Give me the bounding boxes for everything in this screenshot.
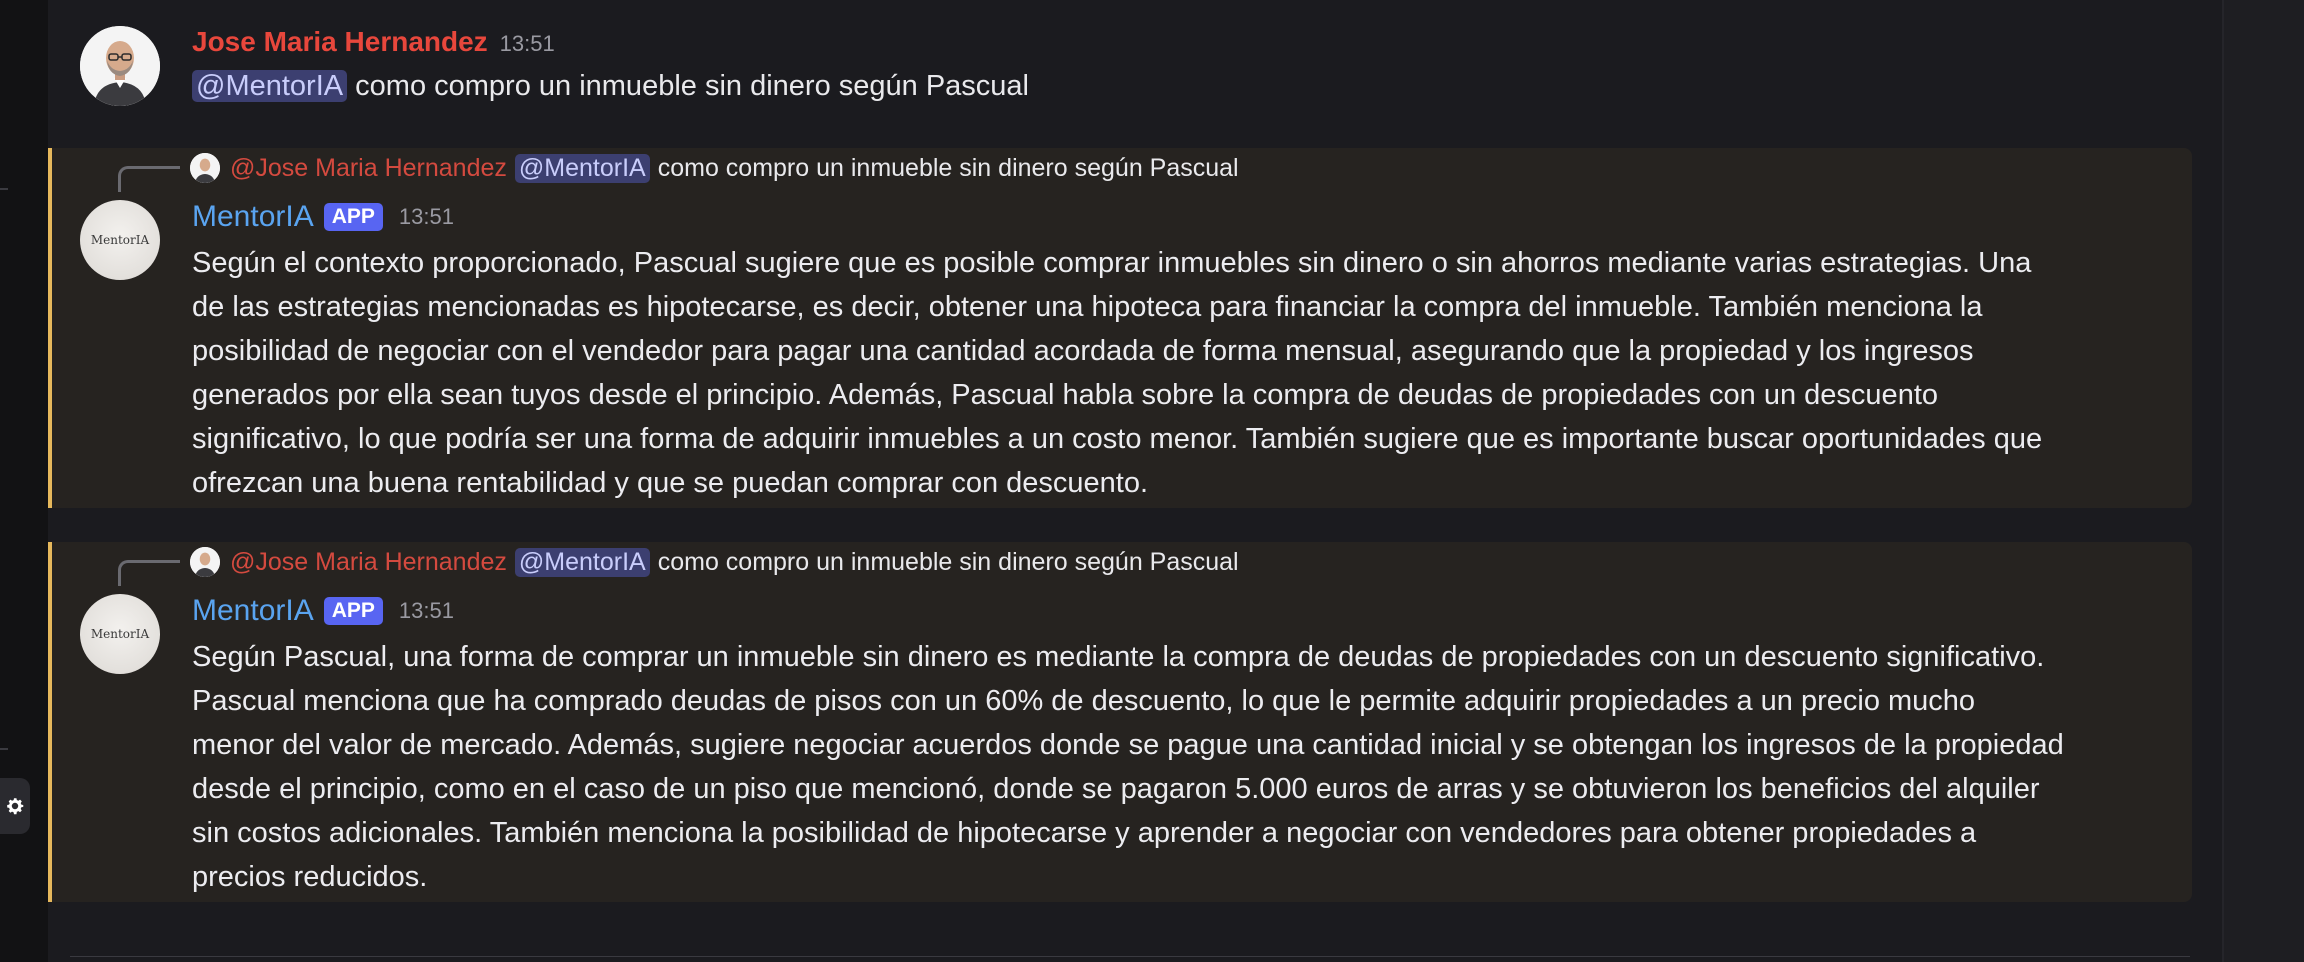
reply-author: @Jose Maria Hernandez bbox=[230, 153, 507, 182]
message-line: Según el contexto proporcionado, Pascual… bbox=[192, 247, 2032, 279]
reply-user-avatar bbox=[190, 547, 220, 577]
user-message-header: Jose Maria Hernandez 13:51 bbox=[192, 26, 555, 58]
bot-avatar-label: MentorIA bbox=[90, 627, 150, 641]
message-line: posibilidad de negociar con el vendedor … bbox=[192, 335, 1974, 367]
bot-message-header: MentorIA APP 13:51 bbox=[192, 594, 454, 628]
user-message-text: @MentorIA como compro un inmueble sin di… bbox=[192, 70, 1029, 103]
reply-reference[interactable]: @Jose Maria Hernandez @MentorIA como com… bbox=[190, 547, 1239, 577]
message-line: desde el principio, como en el caso de u… bbox=[192, 773, 2040, 805]
app-badge: APP bbox=[323, 597, 383, 625]
reply-text: como compro un inmueble sin dinero según… bbox=[657, 153, 1239, 182]
reply-connector bbox=[118, 166, 180, 192]
reply-reference[interactable]: @Jose Maria Hernandez @MentorIA como com… bbox=[190, 153, 1239, 183]
settings-button[interactable] bbox=[0, 778, 30, 834]
message-input-edge bbox=[70, 956, 2190, 957]
reply-text: como compro un inmueble sin dinero según… bbox=[657, 547, 1239, 576]
reply-mention: @MentorIA bbox=[514, 547, 650, 577]
bot-name[interactable]: MentorIA bbox=[192, 200, 314, 234]
message-line: ofrezcan una buena rentabilidad y que se… bbox=[192, 467, 1149, 499]
bot-message-body: Según Pascual, una forma de comprar un i… bbox=[192, 635, 2172, 899]
user-photo bbox=[80, 26, 160, 106]
right-panel bbox=[2224, 0, 2304, 962]
user-name[interactable]: Jose Maria Hernandez bbox=[192, 26, 488, 58]
bot-message-body: Según el contexto proporcionado, Pascual… bbox=[192, 241, 2172, 505]
bot-message-header: MentorIA APP 13:51 bbox=[192, 200, 454, 234]
reply-connector bbox=[118, 560, 180, 586]
message-timestamp: 13:51 bbox=[499, 31, 555, 56]
user-avatar[interactable] bbox=[80, 26, 160, 106]
reply-author: @Jose Maria Hernandez bbox=[230, 547, 507, 576]
reply-mention: @MentorIA bbox=[514, 153, 650, 183]
mention-tag[interactable]: @MentorIA bbox=[192, 70, 348, 102]
gear-icon bbox=[7, 798, 24, 815]
bot-avatar-label: MentorIA bbox=[90, 233, 150, 247]
message-line: significativo, lo que podría ser una for… bbox=[192, 423, 2043, 455]
reply-user-avatar bbox=[190, 153, 220, 183]
bot-name[interactable]: MentorIA bbox=[192, 594, 314, 628]
left-rail-tick bbox=[0, 748, 8, 750]
message-timestamp: 13:51 bbox=[398, 204, 454, 229]
message-line: menor del valor de mercado. Además, sugi… bbox=[192, 729, 2064, 761]
message-line: generados por ella sean tuyos desde el p… bbox=[192, 379, 1939, 411]
app-badge: APP bbox=[323, 203, 383, 231]
message-timestamp: 13:51 bbox=[398, 598, 454, 623]
bot-avatar[interactable]: MentorIA bbox=[80, 594, 160, 674]
user-message-body: como compro un inmueble sin dinero según… bbox=[347, 70, 1029, 102]
message-line: de las estrategias mencionadas es hipote… bbox=[192, 291, 1983, 323]
message-line: precios reducidos. bbox=[192, 861, 428, 893]
left-rail-tick bbox=[0, 188, 8, 190]
message-line: sin costos adicionales. También menciona… bbox=[192, 817, 1977, 849]
bot-avatar[interactable]: MentorIA bbox=[80, 200, 160, 280]
message-line: Pascual menciona que ha comprado deudas … bbox=[192, 685, 1976, 717]
message-line: Según Pascual, una forma de comprar un i… bbox=[192, 641, 2045, 673]
